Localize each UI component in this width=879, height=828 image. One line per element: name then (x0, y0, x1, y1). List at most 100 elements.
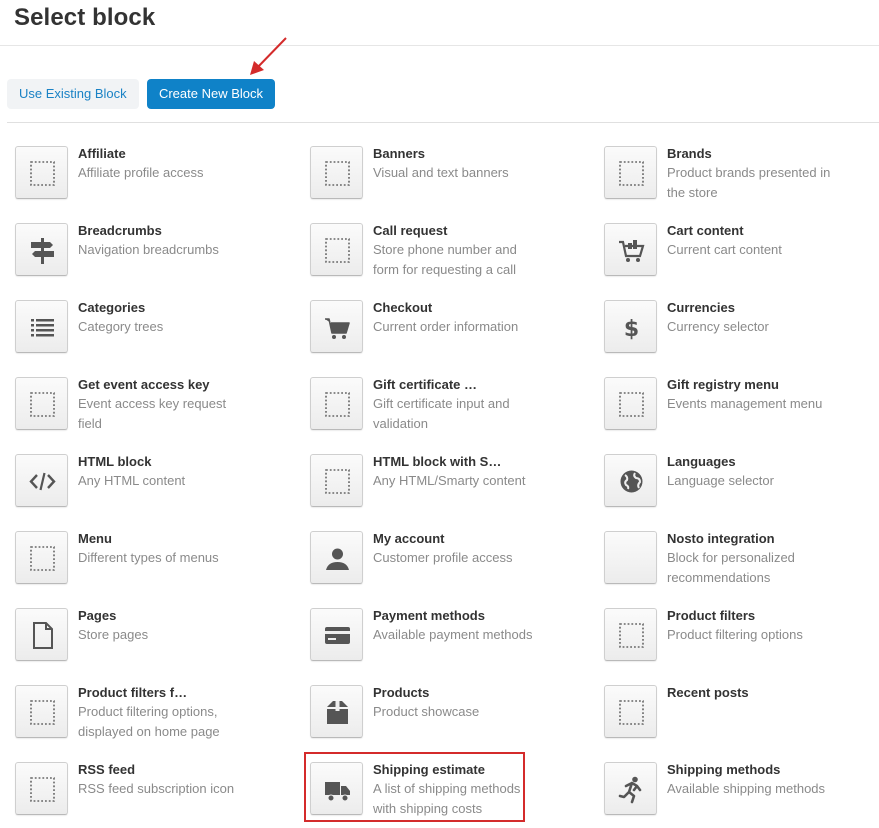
block-name[interactable]: Nosto integration (667, 531, 775, 546)
block-name[interactable]: Languages (667, 454, 736, 469)
block-icon-box[interactable] (15, 608, 68, 661)
block-icon-box[interactable] (604, 685, 657, 738)
block-item-html-block-with-s[interactable]: HTML block with S… Any HTML/Smarty conten… (310, 454, 590, 526)
block-description: Customer profile access (373, 550, 513, 565)
block-icon-box[interactable] (15, 223, 68, 276)
block-item-checkout[interactable]: Checkout Current order information (310, 300, 590, 372)
block-description: Available shipping methods (667, 781, 826, 796)
block-name[interactable]: Banners (373, 146, 425, 161)
block-description: Any HTML/Smarty content (373, 473, 526, 488)
block-icon-box[interactable] (15, 685, 68, 738)
block-item-html-block[interactable]: HTML block Any HTML content (15, 454, 295, 526)
block-item-banners[interactable]: Banners Visual and text banners (310, 146, 590, 218)
block-item-product-filters[interactable]: Product filters Product filtering options (604, 608, 879, 680)
cart-full-icon (619, 240, 645, 262)
block-name[interactable]: Currencies (667, 300, 735, 315)
block-item-call-request[interactable]: Call request Store phone number and form … (310, 223, 590, 295)
block-icon-box[interactable] (604, 377, 657, 430)
block-icon-box[interactable] (310, 300, 363, 353)
block-icon-box[interactable]: $ (604, 300, 657, 353)
dollar-icon: $ (624, 317, 639, 342)
block-description: Language selector (667, 473, 774, 488)
block-item-pages[interactable]: Pages Store pages (15, 608, 295, 680)
block-item-gift-certificate[interactable]: Gift certificate … Gift certificate input… (310, 377, 590, 449)
block-name[interactable]: Categories (78, 300, 145, 315)
block-name[interactable]: Get event access key (78, 377, 210, 392)
block-icon-box[interactable] (310, 377, 363, 430)
block-icon-box[interactable] (15, 762, 68, 815)
block-name[interactable]: Affiliate (78, 146, 126, 161)
block-item-payment-methods[interactable]: Payment methods Available payment methods (310, 608, 590, 680)
block-name[interactable]: HTML block with S… (373, 454, 501, 469)
block-icon-box[interactable] (15, 454, 68, 507)
block-description: Different types of menus (78, 550, 219, 565)
block-icon-box[interactable] (310, 531, 363, 584)
block-item-brands[interactable]: Brands Product brands presented in the st… (604, 146, 879, 218)
block-icon-box[interactable] (604, 454, 657, 507)
block-description: Currency selector (667, 319, 769, 334)
block-icon-box[interactable] (310, 223, 363, 276)
block-item-rss-feed[interactable]: RSS feed RSS feed subscription icon (15, 762, 295, 828)
placeholder-icon (325, 161, 350, 186)
block-icon-box[interactable] (310, 608, 363, 661)
placeholder-icon (619, 700, 644, 725)
block-item-categories[interactable]: Categories Category trees (15, 300, 295, 372)
block-item-breadcrumbs[interactable]: Breadcrumbs Navigation breadcrumbs (15, 223, 295, 295)
block-item-menu[interactable]: Menu Different types of menus (15, 531, 295, 603)
placeholder-icon (30, 161, 55, 186)
block-item-product-filters-f[interactable]: Product filters f… Product filtering opti… (15, 685, 295, 757)
block-icon-box[interactable] (310, 454, 363, 507)
block-item-get-event-access-key[interactable]: Get event access key Event access key req… (15, 377, 295, 449)
block-name[interactable]: Pages (78, 608, 116, 623)
block-name[interactable]: Breadcrumbs (78, 223, 162, 238)
block-description: A list of shipping methods with shipping… (373, 781, 521, 816)
use-existing-block-button[interactable]: Use Existing Block (7, 79, 139, 109)
block-icon-box[interactable] (15, 531, 68, 584)
block-name[interactable]: Brands (667, 146, 712, 161)
block-icon-box[interactable] (604, 608, 657, 661)
block-icon-box[interactable] (15, 146, 68, 199)
placeholder-icon (619, 392, 644, 417)
block-item-shipping-estimate[interactable]: Shipping estimate A list of shipping meth… (310, 762, 590, 828)
truck-icon (325, 782, 350, 802)
block-name[interactable]: Call request (373, 223, 447, 238)
block-description: Category trees (78, 319, 164, 334)
block-name[interactable]: Products (373, 685, 429, 700)
block-icon-box[interactable] (15, 300, 68, 353)
select-block-dialog: Select block Use Existing Block Create N… (0, 0, 879, 828)
block-item-affiliate[interactable]: Affiliate Affiliate profile access (15, 146, 295, 218)
block-item-cart-content[interactable]: Cart content Current cart content (604, 223, 879, 295)
block-icon-box[interactable] (15, 377, 68, 430)
create-new-block-button[interactable]: Create New Block (147, 79, 275, 109)
block-name[interactable]: Payment methods (373, 608, 485, 623)
block-name[interactable]: Product filters (667, 608, 755, 623)
block-name[interactable]: Checkout (373, 300, 432, 315)
block-name[interactable]: My account (373, 531, 445, 546)
block-name[interactable]: Gift registry menu (667, 377, 779, 392)
block-name[interactable]: HTML block (78, 454, 151, 469)
block-description: Any HTML content (78, 473, 186, 488)
block-name[interactable]: Recent posts (667, 685, 749, 700)
block-item-shipping-methods[interactable]: Shipping methods Available shipping metho… (604, 762, 879, 828)
block-item-products[interactable]: Products Product showcase (310, 685, 590, 757)
block-icon-box[interactable] (604, 531, 657, 584)
block-item-my-account[interactable]: My account Customer profile access (310, 531, 590, 603)
block-name[interactable]: Menu (78, 531, 112, 546)
block-icon-box[interactable] (310, 762, 363, 815)
block-icon-box[interactable] (310, 146, 363, 199)
block-icon-box[interactable] (604, 762, 657, 815)
block-name[interactable]: Shipping methods (667, 762, 780, 777)
block-name[interactable]: RSS feed (78, 762, 135, 777)
block-icon-box[interactable] (310, 685, 363, 738)
block-item-nosto-integration[interactable]: Nosto integration Block for personalized … (604, 531, 879, 603)
block-name[interactable]: Cart content (667, 223, 744, 238)
block-name[interactable]: Product filters f… (78, 685, 187, 700)
block-name[interactable]: Shipping estimate (373, 762, 485, 777)
block-name[interactable]: Gift certificate … (373, 377, 477, 392)
block-item-recent-posts[interactable]: Recent posts (604, 685, 879, 757)
block-item-languages[interactable]: Languages Language selector (604, 454, 879, 526)
block-icon-box[interactable] (604, 223, 657, 276)
block-item-currencies[interactable]: $ Currencies Currency selector (604, 300, 879, 372)
block-icon-box[interactable] (604, 146, 657, 199)
block-item-gift-registry-menu[interactable]: Gift registry menu Events management menu (604, 377, 879, 449)
